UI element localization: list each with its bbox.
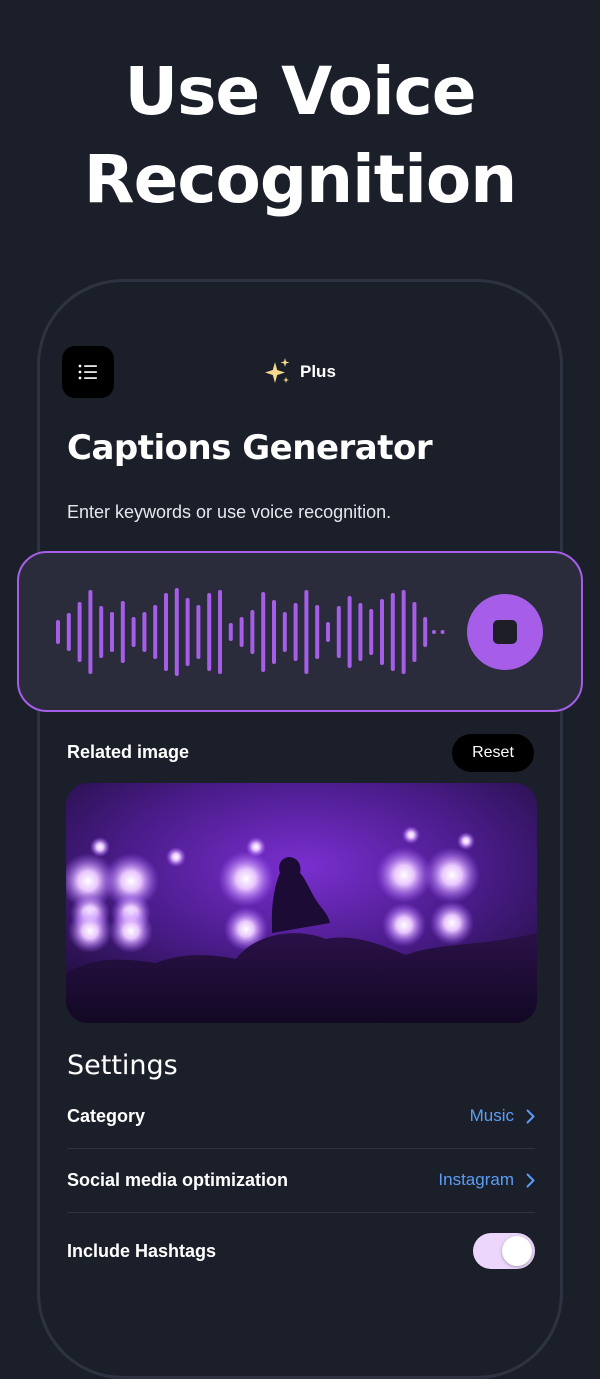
waveform-bar	[185, 598, 190, 666]
waveform-bar	[293, 603, 298, 661]
stop-recording-button[interactable]	[467, 594, 543, 670]
related-image[interactable]	[66, 783, 537, 1023]
hero-title: Use Voice Recognition	[0, 48, 600, 224]
toggle-knob	[502, 1236, 532, 1266]
waveform-bar	[218, 590, 222, 674]
waveform-bar	[142, 612, 147, 652]
hero-title-line-2: Recognition	[83, 141, 517, 218]
plus-badge[interactable]: Plus	[264, 356, 336, 388]
waveform-bar	[282, 612, 287, 652]
waveform-bar	[77, 602, 82, 662]
waveform-bar	[423, 617, 428, 647]
social-media-label: Social media optimization	[67, 1169, 289, 1190]
waveform-bar	[120, 601, 125, 663]
waveform-bar	[315, 605, 320, 659]
category-value: Music	[470, 1106, 535, 1126]
hashtags-toggle[interactable]	[473, 1233, 535, 1269]
waveform-dot	[440, 630, 445, 634]
menu-button[interactable]	[62, 346, 114, 398]
waveform-bar	[174, 588, 179, 676]
waveform-bar	[131, 617, 136, 647]
waveform-bar	[56, 620, 60, 644]
settings-title: Settings	[67, 1050, 178, 1081]
waveform-bar	[369, 609, 374, 655]
waveform-bar	[412, 602, 417, 662]
audio-waveform	[56, 588, 445, 676]
divider	[67, 1148, 535, 1149]
waveform-bar	[272, 600, 276, 664]
social-media-value-text: Instagram	[438, 1170, 514, 1189]
social-media-value: Instagram	[438, 1170, 535, 1190]
waveform-bar	[207, 593, 212, 671]
category-value-text: Music	[469, 1106, 514, 1125]
concert-photo	[66, 783, 537, 1023]
waveform-bar	[196, 605, 201, 659]
waveform-bar	[380, 599, 384, 665]
waveform-bar	[239, 617, 244, 647]
waveform-bar	[228, 623, 233, 641]
category-setting-row[interactable]: Category Music	[67, 1096, 535, 1136]
waveform-bar	[99, 606, 104, 658]
hashtags-setting-row: Include Hashtags	[67, 1231, 535, 1271]
waveform-bar	[261, 592, 266, 672]
related-image-label: Related image	[67, 742, 190, 762]
waveform-bar	[250, 610, 255, 654]
chevron-right-icon	[526, 1109, 535, 1123]
plus-label: Plus	[300, 362, 336, 381]
waveform-bar	[110, 612, 114, 652]
waveform-bar	[390, 593, 395, 671]
waveform-bar	[336, 606, 341, 658]
social-media-setting-row[interactable]: Social media optimization Instagram	[67, 1160, 535, 1200]
waveform-bar	[347, 596, 352, 668]
waveform-bar	[358, 603, 363, 661]
waveform-bar	[153, 605, 158, 659]
waveform-bar	[326, 622, 330, 642]
hashtags-label: Include Hashtags	[67, 1240, 217, 1261]
waveform-bar	[66, 613, 71, 651]
waveform-bar	[401, 590, 406, 674]
waveform-dot	[432, 630, 436, 634]
page-title: Captions Generator	[67, 428, 433, 468]
sparkles-icon	[265, 358, 290, 383]
list-icon	[78, 364, 97, 380]
stop-icon	[493, 620, 517, 644]
chevron-right-icon	[526, 1173, 535, 1187]
category-label: Category	[67, 1105, 146, 1126]
divider	[67, 1212, 535, 1213]
waveform-bar	[88, 590, 93, 674]
reset-button[interactable]: Reset	[452, 734, 534, 772]
waveform-bar	[304, 590, 309, 674]
page-subtitle: Enter keywords or use voice recognition.	[67, 502, 392, 522]
hero-title-line-1: Use Voice	[124, 53, 477, 130]
waveform-bar	[164, 593, 168, 671]
